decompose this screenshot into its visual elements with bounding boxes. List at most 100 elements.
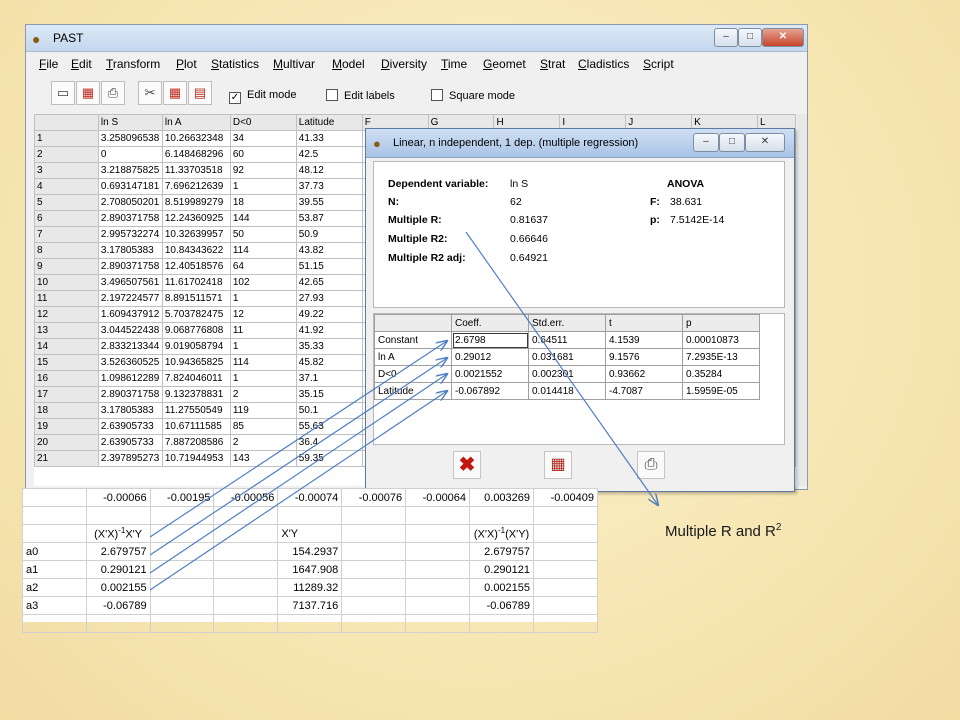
- menu-statistics[interactable]: Statistics: [211, 57, 259, 71]
- coefficient-cell[interactable]: 0.35284: [682, 365, 760, 383]
- data-cell[interactable]: 48.12: [295, 162, 363, 179]
- data-cell[interactable]: 3.218875825: [97, 162, 163, 179]
- column-header[interactable]: D<0: [229, 114, 297, 131]
- cut-icon[interactable]: ✂: [138, 81, 162, 105]
- column-header[interactable]: Latitude: [295, 114, 363, 131]
- row-header[interactable]: 17: [34, 386, 99, 403]
- data-cell[interactable]: 85: [229, 418, 297, 435]
- data-cell[interactable]: 41.92: [295, 322, 363, 339]
- menu-model[interactable]: Model: [332, 57, 365, 71]
- data-cell[interactable]: 10.67111585: [161, 418, 231, 435]
- edit-labels-checkbox[interactable]: Edit labels: [326, 89, 395, 102]
- data-cell[interactable]: 2.833213344: [97, 338, 163, 355]
- menu-multivar[interactable]: Multivar: [273, 57, 315, 71]
- row-header[interactable]: 2: [34, 146, 99, 163]
- row-header[interactable]: 13: [34, 322, 99, 339]
- data-cell[interactable]: 2.63905733: [97, 418, 163, 435]
- data-cell[interactable]: 36.4: [295, 434, 363, 451]
- print-icon[interactable]: ⎙: [637, 451, 665, 479]
- data-cell[interactable]: 39.55: [295, 194, 363, 211]
- coefficient-cell[interactable]: 0.00010873: [682, 331, 760, 349]
- data-cell[interactable]: 1: [229, 178, 297, 195]
- data-cell[interactable]: 42.5: [295, 146, 363, 163]
- maximize-button[interactable]: □: [738, 28, 762, 47]
- row-header[interactable]: 10: [34, 274, 99, 291]
- data-cell[interactable]: 3.17805383: [97, 402, 163, 419]
- row-header[interactable]: 4: [34, 178, 99, 195]
- menu-script[interactable]: Script: [643, 57, 674, 71]
- data-cell[interactable]: 35.33: [295, 338, 363, 355]
- data-cell[interactable]: 114: [229, 242, 297, 259]
- data-cell[interactable]: 8.891511571: [161, 290, 231, 307]
- coefficient-cell[interactable]: 2.6798: [451, 331, 529, 349]
- coefficient-cell[interactable]: 0.0021552: [451, 365, 529, 383]
- data-cell[interactable]: 18: [229, 194, 297, 211]
- row-header[interactable]: 6: [34, 210, 99, 227]
- menu-file[interactable]: File: [39, 57, 58, 71]
- row-header[interactable]: 11: [34, 290, 99, 307]
- data-cell[interactable]: 114: [229, 354, 297, 371]
- data-cell[interactable]: 43.82: [295, 242, 363, 259]
- data-cell[interactable]: 11.61702418: [161, 274, 231, 291]
- menu-plot[interactable]: Plot: [176, 57, 197, 71]
- square-mode-checkbox[interactable]: Square mode: [431, 89, 515, 102]
- data-cell[interactable]: 3.258096538: [97, 130, 163, 147]
- menu-geomet[interactable]: Geomet: [483, 57, 526, 71]
- dialog-minimize-button[interactable]: –: [693, 133, 719, 152]
- data-cell[interactable]: 8.519989279: [161, 194, 231, 211]
- data-cell[interactable]: 41.33: [295, 130, 363, 147]
- data-cell[interactable]: 49.22: [295, 306, 363, 323]
- data-cell[interactable]: 37.73: [295, 178, 363, 195]
- data-cell[interactable]: 5.703782475: [161, 306, 231, 323]
- coefficient-cell[interactable]: 0.002301: [528, 365, 606, 383]
- coefficient-cell[interactable]: 0.29012: [451, 348, 529, 366]
- save-icon[interactable]: ▦: [76, 81, 100, 105]
- coefficient-cell[interactable]: 0.64511: [528, 331, 606, 349]
- row-header[interactable]: 15: [34, 354, 99, 371]
- menu-strat[interactable]: Strat: [540, 57, 565, 71]
- data-cell[interactable]: 50.9: [295, 226, 363, 243]
- data-cell[interactable]: 9.068776808: [161, 322, 231, 339]
- data-cell[interactable]: 0: [97, 146, 163, 163]
- data-cell[interactable]: 7.824046011: [161, 370, 231, 387]
- data-cell[interactable]: 10.32639957: [161, 226, 231, 243]
- data-cell[interactable]: 1: [229, 338, 297, 355]
- row-header[interactable]: 18: [34, 402, 99, 419]
- coefficient-cell[interactable]: 1.5959E-05: [682, 382, 760, 400]
- vertical-scrollbar[interactable]: [797, 114, 807, 486]
- data-cell[interactable]: 2.890371758: [97, 258, 163, 275]
- close-x-icon[interactable]: ✖: [453, 451, 481, 479]
- copy-icon[interactable]: ▦: [163, 81, 187, 105]
- data-cell[interactable]: 2: [229, 434, 297, 451]
- coefficient-cell[interactable]: -4.7087: [605, 382, 683, 400]
- window-title-bar[interactable]: ● PAST – □ ✕: [26, 25, 807, 52]
- data-cell[interactable]: 2.197224577: [97, 290, 163, 307]
- data-cell[interactable]: 12: [229, 306, 297, 323]
- data-cell[interactable]: 35.15: [295, 386, 363, 403]
- menu-transform[interactable]: Transform: [106, 57, 160, 71]
- data-cell[interactable]: 9.019058794: [161, 338, 231, 355]
- data-cell[interactable]: 34: [229, 130, 297, 147]
- row-header[interactable]: 12: [34, 306, 99, 323]
- data-cell[interactable]: 27.93: [295, 290, 363, 307]
- data-cell[interactable]: 3.496507561: [97, 274, 163, 291]
- row-header[interactable]: 21: [34, 450, 99, 467]
- data-cell[interactable]: 11: [229, 322, 297, 339]
- data-cell[interactable]: 45.82: [295, 354, 363, 371]
- data-cell[interactable]: 60: [229, 146, 297, 163]
- row-header[interactable]: 7: [34, 226, 99, 243]
- data-cell[interactable]: 11.33703518: [161, 162, 231, 179]
- coefficient-cell[interactable]: 7.2935E-13: [682, 348, 760, 366]
- data-cell[interactable]: 11.27550549: [161, 402, 231, 419]
- paste-icon[interactable]: ▤: [188, 81, 212, 105]
- row-header[interactable]: 9: [34, 258, 99, 275]
- data-cell[interactable]: 3.17805383: [97, 242, 163, 259]
- row-header[interactable]: 20: [34, 434, 99, 451]
- minimize-button[interactable]: –: [714, 28, 738, 47]
- row-header[interactable]: 1: [34, 130, 99, 147]
- row-header[interactable]: 8: [34, 242, 99, 259]
- data-cell[interactable]: 2.995732274: [97, 226, 163, 243]
- data-cell[interactable]: 64: [229, 258, 297, 275]
- data-cell[interactable]: 1: [229, 370, 297, 387]
- data-cell[interactable]: 7.696212639: [161, 178, 231, 195]
